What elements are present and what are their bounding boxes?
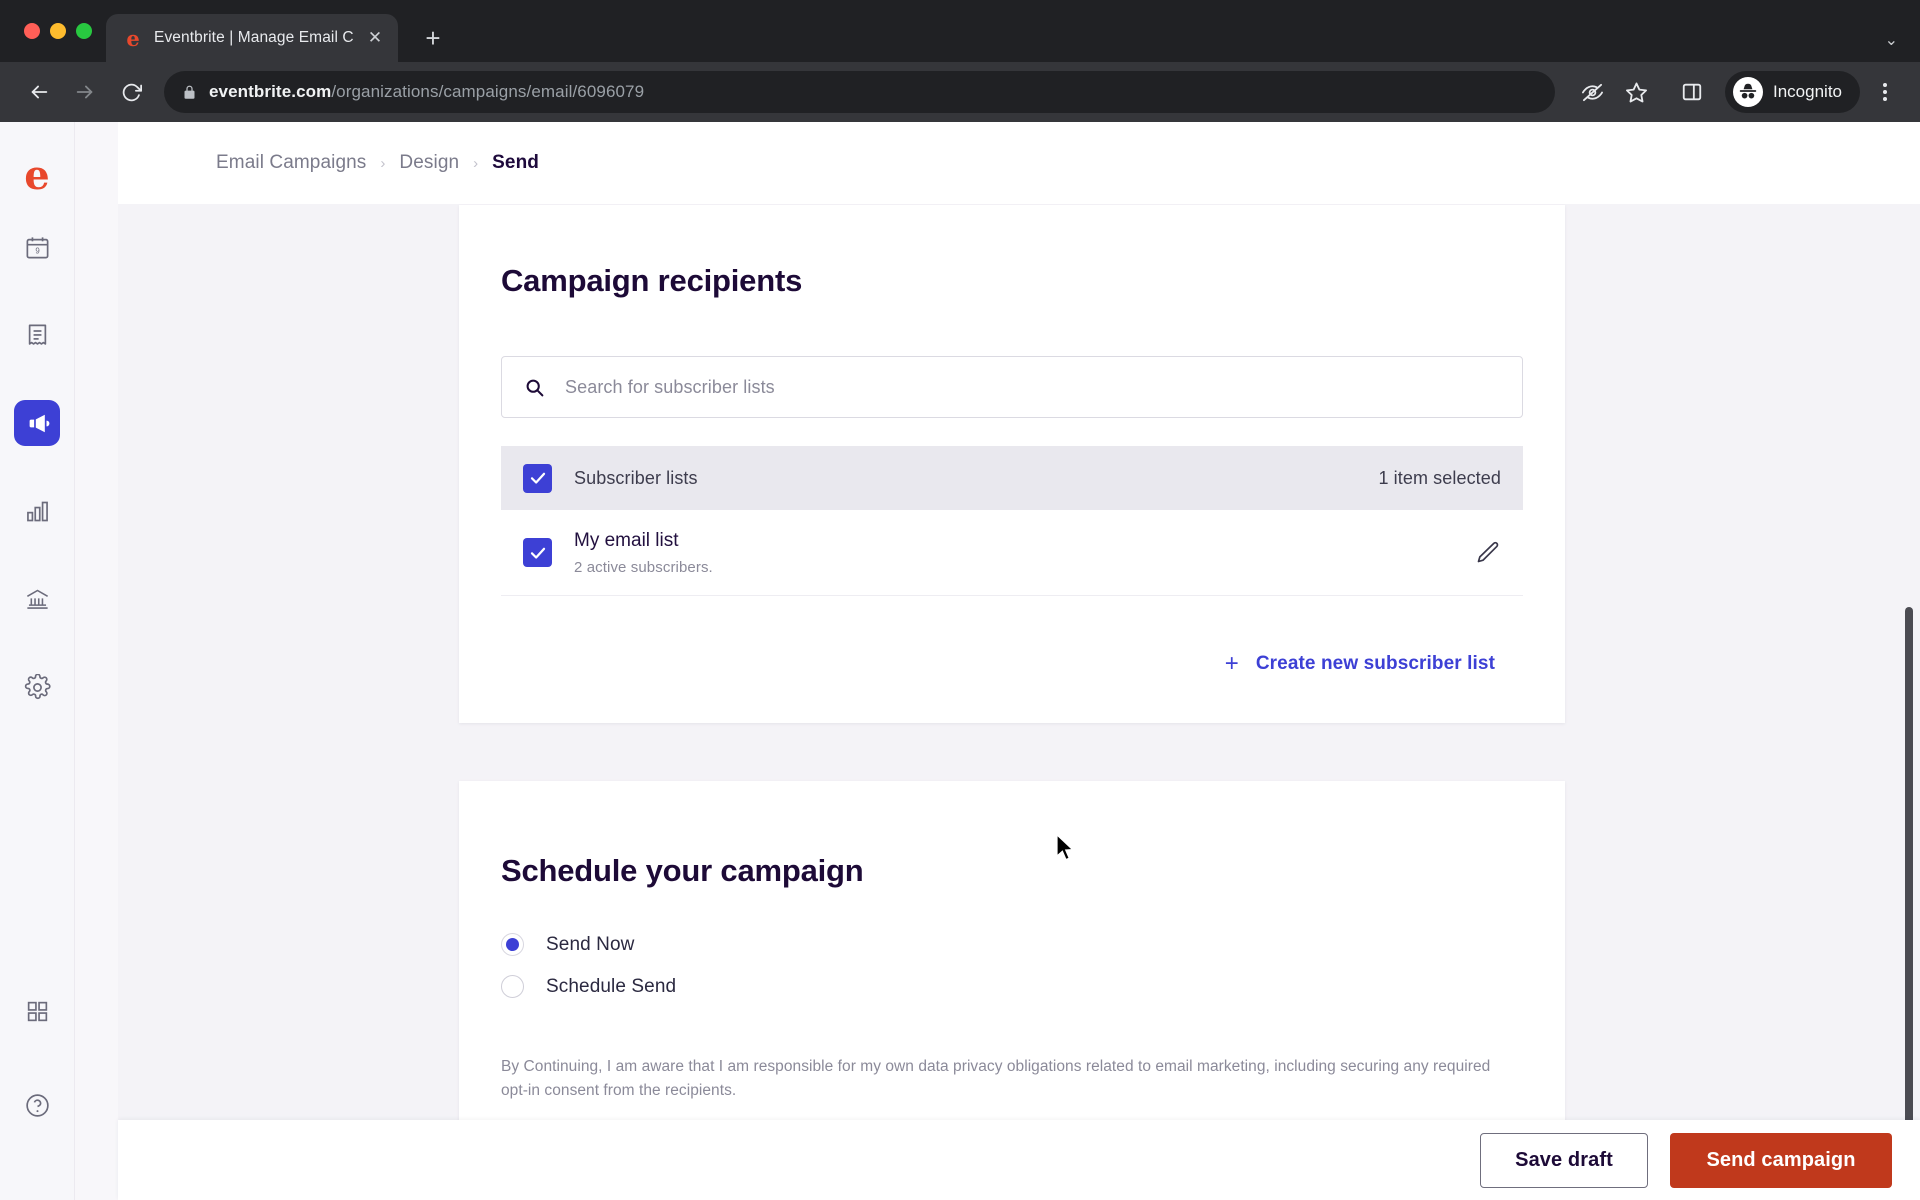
left-nav-rail: e 9: [0, 122, 75, 1200]
search-subscriber-lists-field[interactable]: Search for subscriber lists: [501, 356, 1523, 418]
plus-icon: +: [1224, 650, 1239, 677]
campaign-recipients-card: Campaign recipients Search for subscribe…: [459, 205, 1565, 723]
subscriber-lists-header-row[interactable]: Subscriber lists 1 item selected: [501, 446, 1523, 510]
radio-option-send-now[interactable]: Send Now: [501, 933, 1523, 956]
svg-text:9: 9: [35, 246, 39, 255]
privacy-disclaimer-text: By Continuing, I am aware that I am resp…: [501, 1058, 1491, 1100]
side-panel-icon[interactable]: [1671, 71, 1713, 113]
close-tab-icon[interactable]: ✕: [364, 27, 386, 49]
breadcrumb-item-send[interactable]: Send: [492, 152, 539, 174]
breadcrumb-separator-icon: ›: [380, 154, 386, 172]
profile-label: Incognito: [1773, 82, 1842, 101]
tab-search-chevron-down-icon[interactable]: ⌄: [1885, 30, 1898, 50]
page-content: Campaign recipients Search for subscribe…: [118, 204, 1920, 1200]
sidebar-item-settings[interactable]: [14, 664, 60, 710]
eventbrite-favicon-icon: e: [126, 25, 140, 51]
mouse-cursor: [1056, 833, 1078, 864]
schedule-send-label: Schedule Send: [546, 975, 677, 997]
breadcrumb-item-email-campaigns[interactable]: Email Campaigns: [216, 152, 366, 174]
schedule-title: Schedule your campaign: [501, 853, 864, 888]
breadcrumb-item-design[interactable]: Design: [399, 152, 459, 174]
sidebar-item-reports[interactable]: [14, 488, 60, 534]
list-item-subtitle: 2 active subscribers.: [574, 558, 713, 576]
window-controls: [18, 0, 106, 62]
lock-icon: [182, 85, 197, 100]
forward-icon[interactable]: [64, 71, 106, 113]
eventbrite-logo-icon[interactable]: e: [15, 154, 59, 198]
subscriber-lists-label: Subscriber lists: [574, 467, 698, 488]
new-tab-button[interactable]: +: [414, 19, 452, 57]
rail-bottom-items: [14, 988, 60, 1200]
browser-toolbar: eventbrite.com/organizations/campaigns/e…: [0, 62, 1920, 122]
schedule-options-group: Send Now Schedule Send: [501, 933, 1523, 998]
save-draft-button[interactable]: Save draft: [1480, 1132, 1648, 1188]
menu-kebab-icon[interactable]: [1868, 71, 1902, 113]
create-list-bar: + Create new subscriber list: [501, 632, 1523, 696]
incognito-avatar-icon: [1733, 77, 1763, 107]
bottom-action-bar: Save draft Send campaign: [118, 1120, 1920, 1200]
list-item[interactable]: My email list 2 active subscribers.: [501, 510, 1523, 596]
browser-window: e Eventbrite | Manage Email Cam ✕ + ⌄ ev…: [0, 0, 1920, 1200]
breadcrumb-separator-icon: ›: [473, 154, 479, 172]
sidebar-item-orders[interactable]: [14, 312, 60, 358]
grid-apps-icon[interactable]: [14, 988, 60, 1034]
pencil-edit-icon[interactable]: [1474, 539, 1501, 566]
tab-title: Eventbrite | Manage Email Cam: [154, 29, 354, 46]
breadcrumb: Email Campaigns › Design › Send: [216, 152, 539, 174]
selected-count-text: 1 item selected: [1378, 467, 1501, 488]
page-title: Campaign recipients: [501, 263, 803, 298]
page-viewport: e 9 Email Campaigns › Design › Send Camp…: [0, 122, 1920, 1200]
browser-tab[interactable]: e Eventbrite | Manage Email Cam ✕: [106, 14, 398, 62]
close-window-button[interactable]: [24, 23, 40, 39]
rail-items: 9: [14, 224, 60, 710]
radio-option-schedule-send[interactable]: Schedule Send: [501, 975, 1523, 998]
reload-icon[interactable]: [110, 71, 152, 113]
address-bar[interactable]: eventbrite.com/organizations/campaigns/e…: [164, 71, 1555, 113]
address-domain: eventbrite.com: [209, 82, 332, 101]
list-item-title: My email list: [574, 530, 679, 552]
help-circle-icon[interactable]: [14, 1082, 60, 1128]
schedule-campaign-card: Schedule your campaign Send Now Schedule…: [459, 781, 1565, 1121]
list-item-checkbox[interactable]: [523, 538, 552, 567]
address-path: /organizations/campaigns/email/6096079: [331, 82, 645, 101]
search-input-placeholder: Search for subscriber lists: [565, 376, 775, 397]
bookmark-star-icon[interactable]: [1615, 71, 1657, 113]
breadcrumb-bar: Email Campaigns › Design › Send: [118, 122, 1920, 204]
create-new-subscriber-list-button[interactable]: + Create new subscriber list: [1197, 636, 1523, 692]
create-new-subscriber-list-label: Create new subscriber list: [1255, 653, 1495, 674]
sidebar-item-marketing[interactable]: [14, 400, 60, 446]
profile-incognito-button[interactable]: Incognito: [1725, 71, 1860, 113]
list-item-text: My email list 2 active subscribers.: [574, 529, 713, 576]
page-scrollbar[interactable]: [1905, 607, 1913, 1187]
sidebar-item-events[interactable]: 9: [14, 224, 60, 270]
tracking-protection-icon[interactable]: [1571, 71, 1613, 113]
sidebar-item-finance[interactable]: [14, 576, 60, 622]
send-campaign-button[interactable]: Send campaign: [1670, 1132, 1892, 1188]
send-now-label: Send Now: [546, 933, 635, 955]
minimize-window-button[interactable]: [50, 23, 66, 39]
browser-tabstrip: e Eventbrite | Manage Email Cam ✕ + ⌄: [0, 0, 1920, 62]
maximize-window-button[interactable]: [76, 23, 92, 39]
search-icon: [524, 377, 545, 398]
back-icon[interactable]: [18, 71, 60, 113]
select-all-checkbox[interactable]: [523, 463, 552, 493]
toolbar-icons: [1571, 71, 1713, 113]
schedule-send-radio[interactable]: [501, 975, 524, 998]
address-bar-text: eventbrite.com/organizations/campaigns/e…: [209, 82, 644, 102]
send-now-radio[interactable]: [501, 933, 524, 956]
